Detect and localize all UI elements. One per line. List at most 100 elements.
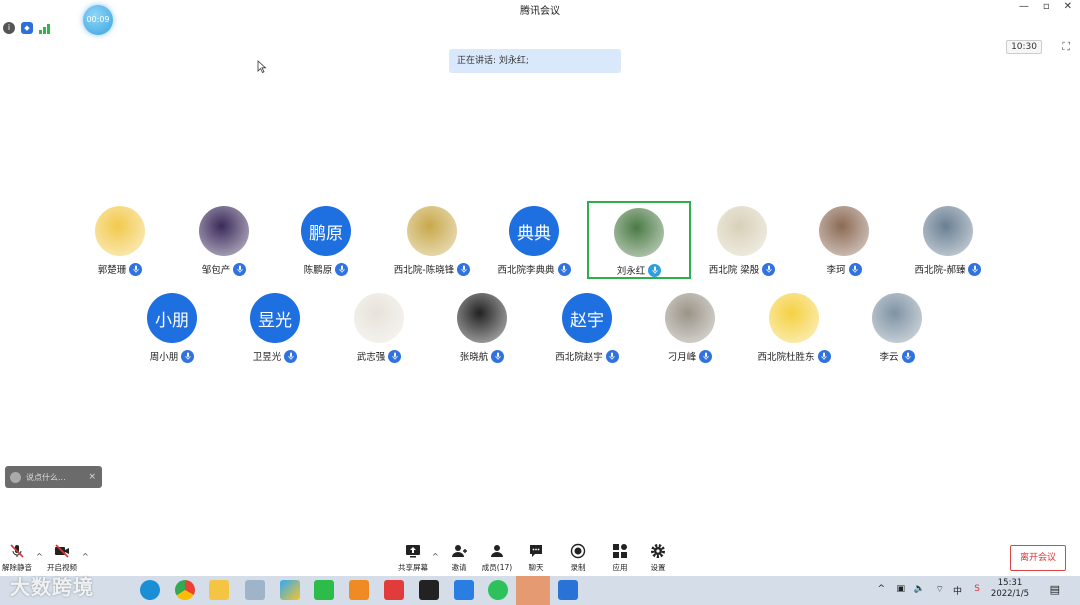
video-button[interactable]: 开启视频 [42, 543, 82, 573]
invite-button[interactable]: 邀请 [439, 543, 479, 573]
participant-name: 李云 [879, 352, 899, 363]
participant-tile[interactable]: 李云 [845, 288, 949, 366]
avatar: 鹏原 [301, 206, 351, 256]
chat-placeholder: 说点什么... [26, 472, 66, 482]
chrome-icon[interactable] [175, 580, 195, 600]
active-app-icon[interactable] [516, 576, 550, 605]
avatar [614, 208, 664, 257]
tencent-meeting-taskbar-icon[interactable] [558, 580, 578, 600]
mic-icon [699, 349, 713, 363]
sogou-icon[interactable]: S [974, 584, 980, 594]
chat-close-icon[interactable]: × [88, 472, 96, 482]
apps-icon [613, 544, 627, 558]
chat-icon [530, 545, 542, 557]
tray-expand-icon[interactable]: ^ [877, 584, 885, 594]
meeting-info-bar: i ◆ 10:30 ⛶ [0, 18, 1080, 54]
participant-name: 张晓航 [459, 352, 489, 363]
app-icon-6[interactable] [314, 580, 334, 600]
mouse-cursor-icon [257, 60, 267, 73]
participant-tile[interactable]: 武志强 [327, 288, 431, 366]
app-icon-10[interactable] [454, 580, 474, 600]
participant-tile[interactable]: 郭楚珊 [68, 201, 172, 279]
taskbar-clock[interactable]: 15:31 2022/1/5 [990, 578, 1030, 600]
avatar [199, 206, 249, 256]
avatar: 小朋 [147, 293, 197, 343]
participant-name: 西北院李典典 [497, 265, 555, 276]
participant-tile[interactable]: 邹包产 [172, 201, 276, 279]
volume-icon[interactable]: 🔈 [914, 584, 925, 594]
mic-icon [648, 263, 662, 277]
participant-tile[interactable]: 西北院杜胜东 [742, 288, 846, 366]
emoji-icon[interactable] [10, 471, 21, 483]
maximize-button[interactable]: ▫ [1043, 1, 1050, 12]
mic-muted-icon [10, 544, 24, 558]
record-button[interactable]: 录制 [558, 543, 598, 573]
record-label: 录制 [570, 563, 586, 572]
notification-icon[interactable]: ▤ [1050, 583, 1060, 596]
app-icon-9[interactable] [419, 580, 439, 600]
participant-name: 西北院赵宇 [555, 352, 603, 363]
tray-app-icon[interactable]: ▣ [896, 584, 905, 594]
wifi-icon[interactable]: ⌔ [936, 584, 944, 595]
avatar [923, 206, 973, 256]
chat-button[interactable]: 聊天 [516, 543, 556, 573]
avatar: 赵宇 [562, 293, 612, 343]
participant-tile[interactable]: 李珂 [792, 201, 896, 279]
share-screen-icon [406, 545, 420, 558]
share-options-caret[interactable]: ^ [432, 552, 439, 561]
add-user-icon [452, 545, 467, 557]
participant-name: 西北院-陈晓锋 [393, 265, 455, 276]
ime-indicator[interactable]: 中 [953, 584, 962, 597]
watermark: 大数跨境 [10, 575, 94, 599]
signal-icon[interactable] [39, 22, 51, 34]
participant-tile[interactable]: 西北院-陈晓锋 [380, 201, 484, 279]
share-label: 共享屏幕 [398, 563, 428, 572]
participant-name: 西北院 梁殷 [708, 265, 760, 276]
participant-name: 西北院杜胜东 [757, 352, 815, 363]
meeting-clock: 10:30 [1006, 40, 1042, 54]
video-options-caret[interactable]: ^ [82, 552, 89, 561]
app-icon-4[interactable] [245, 580, 265, 600]
info-icon[interactable]: i [3, 22, 15, 34]
mic-icon [557, 262, 571, 276]
app-icon-8[interactable] [384, 580, 404, 600]
settings-button[interactable]: 设置 [638, 543, 678, 573]
participant-tile[interactable]: 刁月峰 [638, 288, 742, 366]
members-button[interactable]: 成员(17) [477, 543, 517, 573]
participant-name: 邹包产 [201, 265, 231, 276]
shield-icon[interactable]: ◆ [21, 22, 33, 34]
participant-tile[interactable]: 小朋 周小朋 [120, 288, 224, 366]
minimize-button[interactable]: — [1019, 1, 1029, 12]
wechat-icon[interactable] [488, 580, 508, 600]
participant-tile[interactable]: 西北院 梁殷 [690, 201, 794, 279]
leave-meeting-button[interactable]: 离开会议 [1010, 545, 1066, 571]
avatar [819, 206, 869, 256]
timer-bubble[interactable]: 00:09 [83, 5, 113, 35]
participant-tile[interactable]: 赵宇西北院赵宇 [535, 288, 639, 366]
folder-icon[interactable] [209, 580, 229, 600]
close-button[interactable]: ✕ [1064, 1, 1072, 12]
participant-tile[interactable]: 西北院-郝臻 [896, 201, 1000, 279]
app-icon-7[interactable] [349, 580, 369, 600]
player-icon[interactable] [280, 580, 300, 600]
unmute-button[interactable]: 解除静音 [0, 543, 37, 573]
speaking-indicator: 正在讲话: 刘永红; [449, 49, 621, 73]
share-screen-button[interactable]: 共享屏幕 [393, 543, 433, 573]
participant-name: 刘永红 [616, 266, 646, 277]
mic-icon [233, 262, 247, 276]
participant-tile-active[interactable]: 刘永红 [587, 201, 691, 279]
participant-tile[interactable]: 张晓航 [430, 288, 534, 366]
participant-tile[interactable]: 鹏原 陈鹏原 [274, 201, 378, 279]
participant-tile[interactable]: 昱光 卫昱光 [223, 288, 327, 366]
participant-name: 西北院-郝臻 [914, 265, 966, 276]
os-taskbar: ^ ▣ 🔈 ⌔ 中 S 15:31 2022/1/5 ▤ [0, 576, 1080, 605]
apps-button[interactable]: 应用 [600, 543, 640, 573]
window-controls: — ▫ ✕ [1019, 1, 1072, 12]
avatar [717, 206, 767, 256]
chat-input-box[interactable]: 说点什么... × [5, 466, 102, 488]
edge-icon[interactable] [140, 580, 160, 600]
participant-name: 李珂 [826, 265, 846, 276]
mic-icon [762, 262, 776, 276]
fullscreen-icon[interactable]: ⛶ [1062, 40, 1070, 54]
participant-tile[interactable]: 典典 西北院李典典 [482, 201, 586, 279]
